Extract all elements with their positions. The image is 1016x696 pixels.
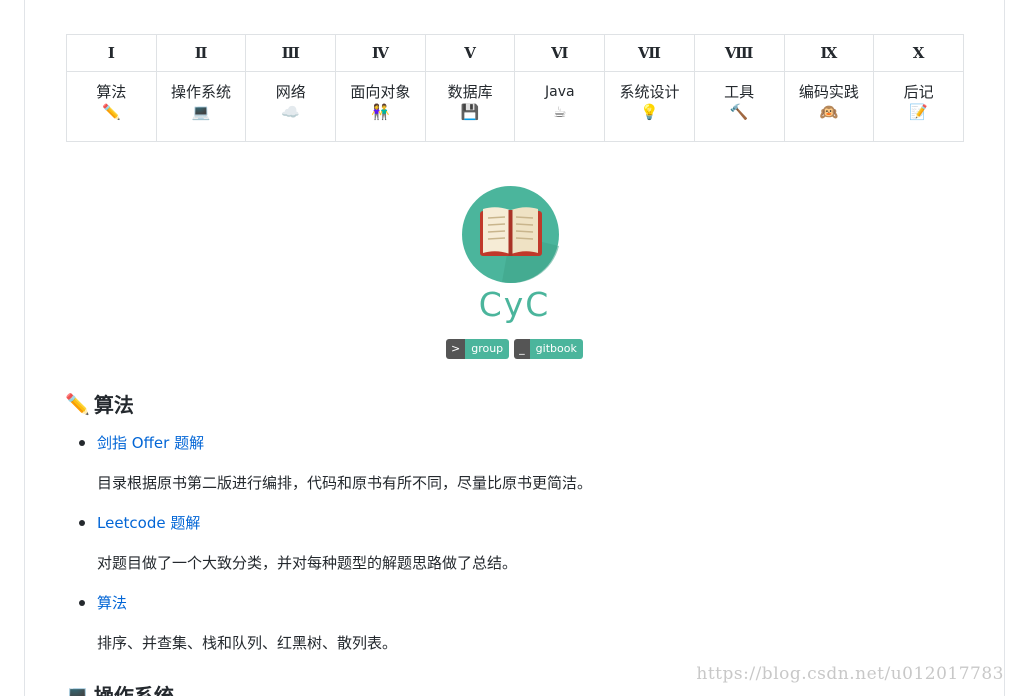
nav-link-algorithms[interactable]: 算法 ✏️	[67, 82, 156, 122]
nav-link-os[interactable]: 操作系统 💻	[157, 82, 246, 122]
terminal-icon: >	[446, 339, 466, 359]
nav-header-9: Ⅸ	[783, 34, 875, 72]
nav-header-6: Ⅵ	[514, 34, 606, 72]
nav-label: 操作系统	[171, 83, 232, 101]
nav-link-java[interactable]: Java ☕	[515, 82, 604, 122]
couple-icon: 👫	[371, 103, 390, 121]
nav-link-row: 算法 ✏️ 操作系统 💻 网络 ☁️ 面向对象 👫 数据库 💾 Java ☕ 系统设计 💡 工…	[66, 71, 964, 142]
nav-header-1: I	[66, 34, 157, 72]
nav-label: 编码实践	[798, 83, 859, 101]
item-description: 目录根据原书第二版进行编排，代码和原书有所不同，尽量比原书更简洁。	[97, 474, 593, 492]
laptop-icon: 💻	[65, 682, 90, 696]
item-description: 对题目做了一个大致分类，并对每种题型的解题思路做了总结。	[97, 554, 518, 572]
terminal-icon: _	[514, 339, 530, 359]
nav-header-8: Ⅷ	[693, 34, 785, 72]
badge-group: > group _ gitbook	[446, 339, 583, 359]
nav-link-coding-practice[interactable]: 编码实践 🙉	[785, 82, 874, 122]
gitbook-badge[interactable]: _ gitbook	[514, 339, 583, 359]
bullet	[79, 440, 85, 446]
pencil-icon: ✏️	[65, 391, 90, 416]
nav-header-3: Ⅲ	[245, 34, 337, 72]
list-item: Leetcode 题解 对题目做了一个大致分类，并对每种题型的解题思路做了总结。	[65, 510, 945, 590]
badge-label: gitbook	[529, 339, 583, 359]
watermark: https://blog.csdn.net/u012017783	[696, 664, 1004, 684]
bullet	[79, 600, 85, 606]
nav-link-system-design[interactable]: 系统设计 💡	[605, 82, 694, 122]
pencil-icon: ✏️	[102, 103, 121, 121]
readme-page: I Ⅱ Ⅲ Ⅳ V Ⅵ Ⅶ Ⅷ Ⅸ X 算法 ✏️ 操作系统 💻 网络 ☁️ 面向对象…	[24, 0, 1005, 696]
laptop-icon: 💻	[191, 103, 211, 121]
list-item: 剑指 Offer 题解 目录根据原书第二版进行编排，代码和原书有所不同，尽量比原…	[65, 430, 945, 510]
brand-title: CyC	[478, 285, 551, 324]
nav-header-10: X	[873, 34, 964, 72]
algorithms-list: 剑指 Offer 题解 目录根据原书第二版进行编排，代码和原书有所不同，尽量比原…	[65, 430, 945, 670]
nav-label: 工具	[724, 83, 755, 101]
item-link[interactable]: 算法	[97, 590, 127, 616]
nav-link-oop[interactable]: 面向对象 👫	[336, 82, 425, 122]
section-title: 算法	[93, 393, 134, 417]
nav-header-row: I Ⅱ Ⅲ Ⅳ V Ⅵ Ⅶ Ⅷ Ⅸ X	[66, 34, 964, 72]
light-bulb-icon: 💡	[640, 103, 659, 121]
floppy-disk-icon: 💾	[460, 103, 480, 121]
monkey-icon: 🙉	[819, 103, 839, 121]
nav-label: 面向对象	[350, 83, 411, 101]
nav-label: 数据库	[447, 83, 493, 101]
section-heading-os: 💻 操作系统	[65, 680, 174, 696]
nav-link-tools[interactable]: 工具 🔨	[695, 82, 784, 122]
nav-header-4: Ⅳ	[335, 34, 426, 72]
cloud-icon: ☁️	[281, 103, 301, 121]
bullet	[79, 520, 85, 526]
nav-label: 系统设计	[619, 83, 680, 101]
item-link[interactable]: Leetcode 题解	[97, 510, 200, 536]
nav-label: 网络	[275, 83, 306, 101]
nav-link-postscript[interactable]: 后记 📝	[874, 82, 963, 122]
nav-label: 算法	[96, 83, 127, 101]
nav-header-7: Ⅶ	[604, 34, 695, 72]
item-link[interactable]: 剑指 Offer 题解	[97, 430, 204, 456]
section-heading-algorithms: ✏️ 算法	[65, 389, 134, 418]
memo-icon: 📝	[909, 103, 928, 121]
badge-label: group	[465, 339, 510, 359]
item-description: 排序、并查集、栈和队列、红黑树、散列表。	[97, 634, 398, 652]
nav-header-5: V	[424, 34, 516, 72]
nav-header-2: Ⅱ	[155, 34, 247, 72]
chapter-nav-table: I Ⅱ Ⅲ Ⅳ V Ⅵ Ⅶ Ⅷ Ⅸ X 算法 ✏️ 操作系统 💻 网络 ☁️ 面向对象…	[66, 34, 964, 142]
nav-link-network[interactable]: 网络 ☁️	[246, 82, 335, 122]
group-badge[interactable]: > group	[446, 339, 510, 359]
nav-label: Java	[544, 84, 575, 100]
hammer-icon: 🔨	[729, 103, 749, 121]
section-title: 操作系统	[93, 684, 174, 696]
coffee-icon: ☕	[553, 103, 567, 121]
nav-label: 后记	[903, 83, 934, 101]
open-book-icon	[462, 186, 559, 284]
list-item: 算法 排序、并查集、栈和队列、红黑树、散列表。	[65, 590, 945, 670]
nav-link-database[interactable]: 数据库 💾	[426, 82, 515, 122]
